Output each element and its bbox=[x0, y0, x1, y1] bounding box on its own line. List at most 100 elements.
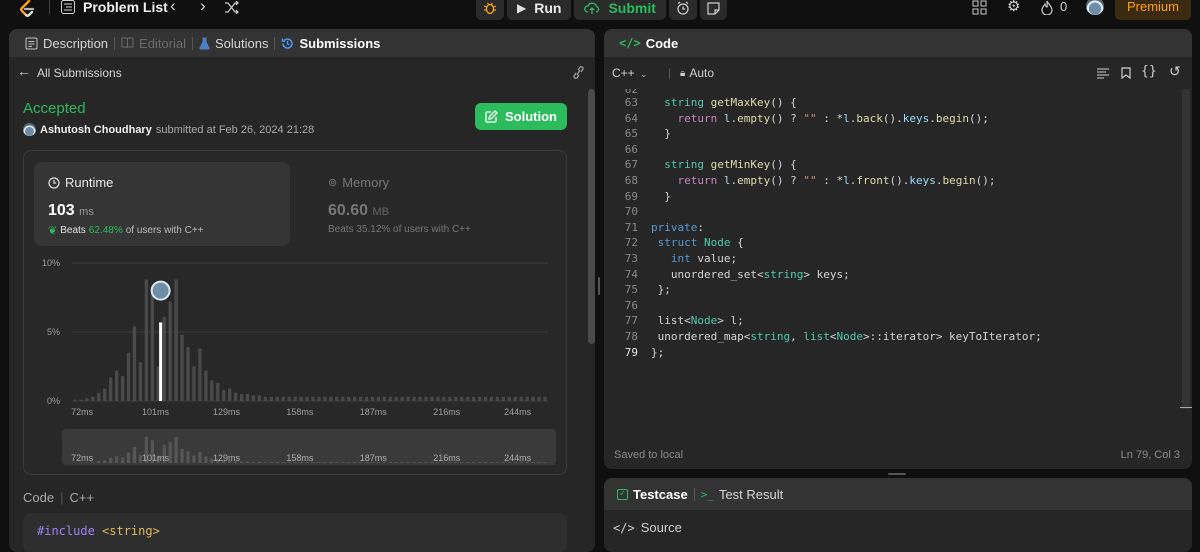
overview-bar bbox=[269, 462, 273, 463]
overview-bar bbox=[263, 462, 268, 463]
problem-list-link[interactable]: Problem List bbox=[83, 0, 168, 15]
line-number: 73 bbox=[624, 251, 638, 265]
code-preview[interactable]: #include <string> bbox=[23, 513, 567, 552]
runtime-card[interactable]: Runtime 103 ms ❦ Beats 62.48% of users w… bbox=[34, 162, 290, 246]
distribution-bar bbox=[364, 396, 369, 401]
memory-card[interactable]: ⊚ Memory 60.60 MB Beats 35.12% of users … bbox=[314, 162, 554, 246]
saved-status: Saved to local bbox=[614, 449, 684, 461]
timer-button[interactable] bbox=[668, 0, 697, 20]
fire-icon[interactable] bbox=[1041, 0, 1053, 15]
language-select[interactable]: C++ ⌄ bbox=[612, 66, 648, 80]
memory-label-row: ⊚ Memory bbox=[328, 175, 389, 190]
overview-x-label: 244ms bbox=[504, 453, 532, 463]
reset-icon[interactable]: ↺ bbox=[1169, 63, 1181, 80]
tab-code[interactable]: </> Code bbox=[613, 36, 684, 51]
chevron-right-icon[interactable]: › bbox=[200, 0, 206, 14]
solution-button[interactable]: Solution bbox=[475, 103, 567, 130]
overview-bar bbox=[186, 451, 190, 463]
line-number: 74 bbox=[624, 267, 638, 281]
code-token: { bbox=[730, 236, 744, 250]
tab-editorial[interactable]: Editorial bbox=[115, 36, 192, 51]
code-token: begin bbox=[942, 173, 976, 187]
editor-scrollbar[interactable] bbox=[1182, 89, 1190, 409]
code-token: Node bbox=[690, 314, 718, 328]
submit-button[interactable]: Submit bbox=[574, 0, 666, 20]
tab-test-result[interactable]: >_ Test Result bbox=[695, 487, 790, 502]
line-number: 71 bbox=[624, 220, 638, 234]
author-name[interactable]: Ashutosh Choudhary bbox=[40, 124, 152, 136]
overview-bar bbox=[471, 462, 476, 463]
submission-status: Accepted bbox=[23, 100, 86, 117]
terminal-icon: >_ bbox=[700, 487, 714, 501]
distribution-bar bbox=[358, 396, 363, 401]
run-label: Run bbox=[534, 0, 562, 16]
line-number: 69 bbox=[624, 189, 638, 203]
all-submissions-link[interactable]: All Submissions bbox=[37, 66, 122, 80]
distribution-bar bbox=[400, 396, 404, 401]
bookmark-icon[interactable] bbox=[1121, 67, 1131, 79]
run-button[interactable]: ▶ Run bbox=[507, 0, 572, 20]
distribution-bar bbox=[442, 396, 446, 401]
submit-label: Submit bbox=[608, 0, 656, 16]
distribution-bar bbox=[347, 396, 351, 401]
runtime-distribution-chart[interactable]: 10% 5% 0% 72ms 101ms 129ms 158ms 187ms 216ms 244m… bbox=[24, 251, 568, 469]
mode-label: Auto bbox=[689, 66, 715, 80]
distribution-bar bbox=[281, 396, 285, 401]
link-icon[interactable] bbox=[571, 66, 586, 79]
braces-icon[interactable]: {} bbox=[1141, 64, 1157, 79]
overview-bar bbox=[347, 462, 351, 463]
distribution-bar bbox=[406, 396, 410, 401]
gear-icon[interactable]: ⚙ bbox=[1007, 0, 1020, 15]
format-icon[interactable] bbox=[1097, 68, 1109, 79]
distribution-bar bbox=[329, 396, 333, 401]
code-line: 70 bbox=[604, 204, 1192, 220]
overview-bar bbox=[329, 462, 333, 463]
source-tab[interactable]: </> Source bbox=[613, 520, 682, 535]
bug-icon bbox=[483, 2, 497, 15]
alarm-clock-icon bbox=[677, 1, 689, 15]
arrow-left-icon[interactable]: ← bbox=[17, 63, 31, 79]
layout-grid-icon[interactable] bbox=[972, 0, 987, 15]
runtime-value: 103 bbox=[48, 202, 75, 219]
code-token: l bbox=[843, 111, 850, 125]
tab-description[interactable]: Description bbox=[19, 36, 114, 51]
auto-mode[interactable]: 🔒︎ Auto bbox=[680, 66, 714, 80]
leetcode-logo-icon[interactable] bbox=[16, 0, 38, 20]
premium-button[interactable]: Premium bbox=[1115, 0, 1191, 20]
code-token: (). bbox=[889, 173, 910, 187]
code-token: unordered_map< bbox=[651, 329, 751, 343]
distribution-bar bbox=[228, 388, 232, 401]
y-tick-label: 10% bbox=[42, 258, 60, 268]
overview-bar bbox=[341, 462, 345, 463]
code-token: string bbox=[763, 267, 804, 281]
chevron-left-icon[interactable]: ‹ bbox=[170, 0, 176, 14]
top-bar: Problem List ‹ › ▶ Run Submit ⚙ 0 Premiu… bbox=[0, 0, 1200, 22]
distribution-bar bbox=[257, 395, 262, 401]
tab-testcase[interactable]: ✓ Testcase bbox=[611, 487, 694, 502]
tab-solutions[interactable]: Solutions bbox=[193, 36, 274, 51]
left-scrollbar[interactable] bbox=[588, 89, 595, 344]
notes-button[interactable] bbox=[699, 0, 727, 20]
distribution-bar bbox=[251, 395, 256, 401]
overview-bar bbox=[323, 462, 327, 463]
distribution-bar bbox=[466, 396, 470, 401]
debug-button[interactable] bbox=[476, 0, 504, 20]
vertical-resize-handle[interactable] bbox=[598, 277, 600, 295]
shuffle-icon[interactable] bbox=[224, 1, 240, 14]
code-token: keys bbox=[909, 173, 936, 187]
overview-bar bbox=[424, 462, 428, 463]
code-token: return bbox=[677, 173, 718, 187]
code-token: Node bbox=[836, 329, 863, 343]
overview-bar bbox=[495, 462, 500, 463]
code-editor[interactable]: 62 63 string getMaxKey() {64 return l.em… bbox=[604, 89, 1192, 360]
author-avatar[interactable] bbox=[23, 123, 36, 136]
tab-submissions[interactable]: Submissions bbox=[275, 36, 386, 51]
code-text: } bbox=[638, 126, 671, 142]
problem-list-icon[interactable] bbox=[61, 0, 75, 14]
horizontal-resize-handle[interactable] bbox=[888, 473, 906, 475]
overview-x-label: 216ms bbox=[433, 453, 461, 463]
user-avatar[interactable] bbox=[1086, 0, 1104, 15]
description-icon bbox=[25, 37, 38, 49]
